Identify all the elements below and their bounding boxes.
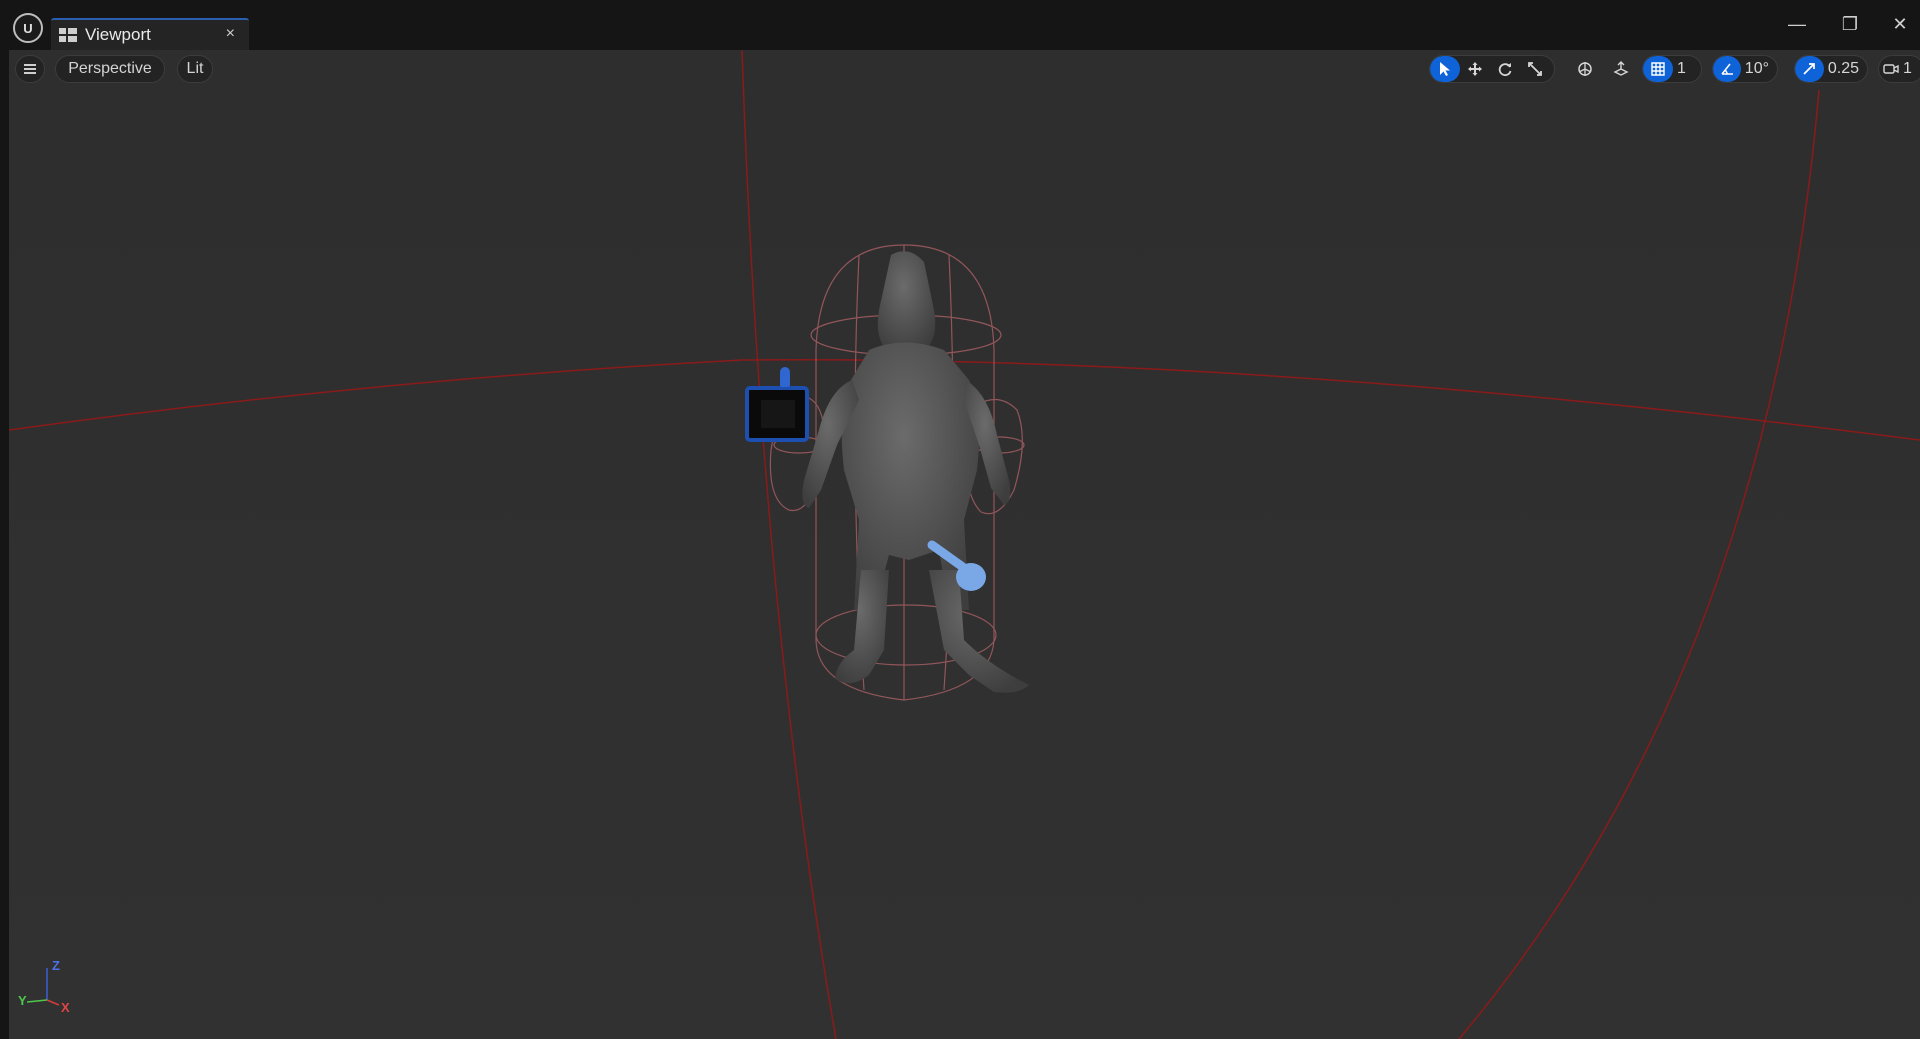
angle-icon xyxy=(1721,63,1733,75)
cursor-icon xyxy=(1440,62,1450,76)
viewport-tab-icon xyxy=(59,28,77,42)
hamburger-menu-icon xyxy=(24,64,36,74)
scale-snap-value[interactable]: 0.25 xyxy=(1824,60,1867,78)
tab-close-icon[interactable]: × xyxy=(226,25,235,43)
grid-icon xyxy=(1651,62,1665,76)
surface-snapping-button[interactable] xyxy=(1606,56,1636,82)
rotate-icon xyxy=(1498,63,1512,77)
grid-snap-group: 1 xyxy=(1642,55,1702,83)
video-camera-icon xyxy=(1883,64,1899,74)
move-arrows-icon xyxy=(1468,62,1482,76)
grid-snap-value[interactable]: 1 xyxy=(1673,60,1694,78)
scene-render xyxy=(9,50,1920,1039)
globe-axes-icon xyxy=(1578,62,1592,76)
camera-speed-value[interactable]: 1 xyxy=(1903,60,1916,78)
scale-icon xyxy=(1528,62,1542,76)
unreal-logo-icon[interactable]: U xyxy=(13,13,43,43)
rotation-snap-group: 10° xyxy=(1712,55,1778,83)
select-tool-button[interactable] xyxy=(1430,56,1460,82)
axis-z-label: Z xyxy=(52,958,60,973)
lighting-mode-button[interactable]: Lit xyxy=(177,55,213,83)
grid-snap-toggle[interactable] xyxy=(1643,56,1673,82)
camera-speed-group: 1 xyxy=(1878,55,1920,83)
world-local-toggle-button[interactable] xyxy=(1570,56,1600,82)
scale-snap-icon xyxy=(1803,63,1816,75)
restore-button[interactable]: ❐ xyxy=(1830,10,1870,38)
axis-y-label: Y xyxy=(18,993,27,1008)
minimize-button[interactable]: — xyxy=(1777,10,1817,38)
rotation-snap-toggle[interactable] xyxy=(1713,56,1741,82)
scale-snap-group: 0.25 xyxy=(1794,55,1868,83)
axis-x-label: X xyxy=(61,1000,70,1015)
title-bar: U Viewport × — ❐ ✕ xyxy=(0,0,1920,50)
close-window-button[interactable]: ✕ xyxy=(1880,10,1920,38)
translate-tool-button[interactable] xyxy=(1460,56,1490,82)
scale-tool-button[interactable] xyxy=(1520,56,1550,82)
camera-speed-button[interactable] xyxy=(1879,56,1903,82)
surface-snap-icon xyxy=(1613,61,1629,76)
viewport-options-button[interactable] xyxy=(15,55,45,83)
scale-snap-toggle[interactable] xyxy=(1795,56,1824,82)
tab-viewport[interactable]: Viewport × xyxy=(51,18,249,50)
view-mode-button[interactable]: Perspective xyxy=(55,55,165,83)
rotate-tool-button[interactable] xyxy=(1490,56,1520,82)
viewport-toolbar: Perspective Lit 1 10° 0.25 1 xyxy=(9,50,1920,88)
transform-tools-group xyxy=(1429,55,1555,83)
tab-label: Viewport xyxy=(85,25,151,44)
viewport-canvas[interactable]: Perspective Lit 1 10° 0.25 1 Z Y X xyxy=(9,50,1920,1039)
axis-orientation-gizmo: Z Y X xyxy=(17,950,77,1015)
rotation-snap-value[interactable]: 10° xyxy=(1741,60,1777,78)
